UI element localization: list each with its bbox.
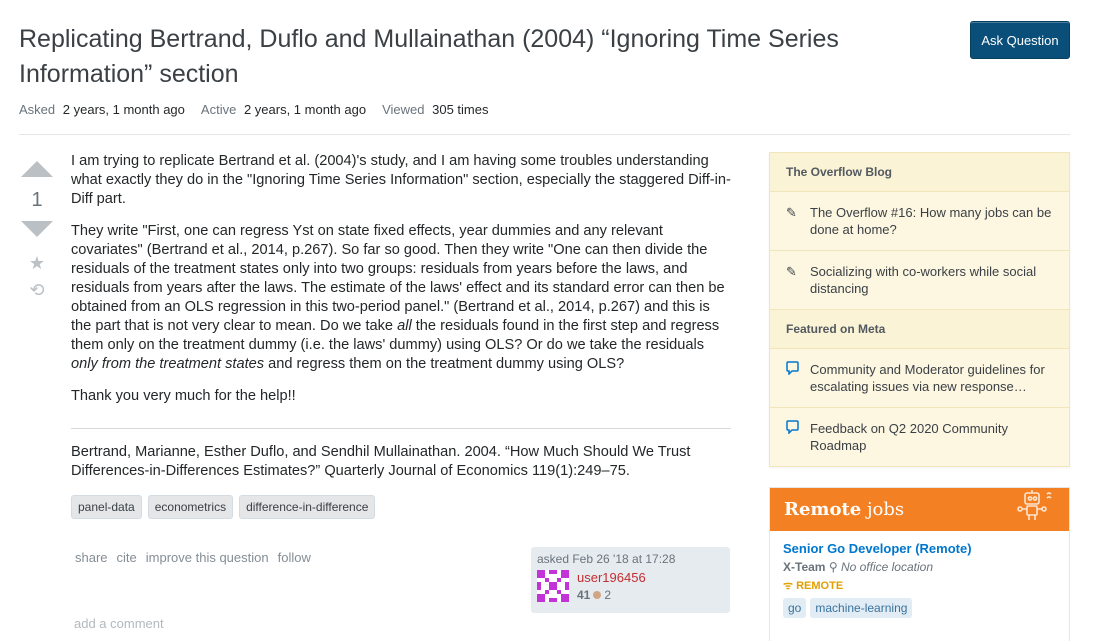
body-emphasis: all [397,318,412,334]
user-details: user196456 41 2 [577,570,646,602]
remote-jobs-widget: Remote jobs Senior Go Developer (Remote)… [769,487,1070,641]
blog-item[interactable]: ✎ The Overflow #16: How many jobs can be… [770,192,1069,251]
job-listing: Senior Go Developer (Remote) X-Team ⚲ No… [770,531,1069,628]
upvote-icon[interactable] [21,161,53,177]
meta-item[interactable]: Feedback on Q2 2020 Community Roadmap [770,408,1069,466]
downvote-icon[interactable] [21,221,53,237]
improve-question-link[interactable]: improve this question [146,550,269,565]
job-company: X-Team [783,560,826,574]
jobs-title-bold: Remote [784,499,862,520]
viewed-value: 305 times [432,102,489,117]
pencil-icon: ✎ [786,205,797,220]
job-tag-machine-learning[interactable]: machine-learning [810,598,913,618]
owner-card: asked Feb 26 '18 at 17:28 user196456 41 … [531,547,730,613]
bronze-badge-icon [593,591,602,599]
share-link[interactable]: share [75,550,108,565]
body-emphasis: only from the treatment states [71,356,265,372]
job-tags: go machine-learning [783,598,1056,618]
tag-difference-in-difference[interactable]: difference-in-difference [239,495,376,519]
meta-item-label: Feedback on Q2 2020 Community Roadmap [810,421,1008,453]
post-menu: share cite improve this question follow [75,550,311,565]
meta-item[interactable]: Community and Moderator guidelines for e… [770,349,1069,408]
remote-label: ᯤ REMOTE [783,578,1056,593]
header-divider [19,134,1070,135]
asked-meta: Asked 2 years, 1 month ago [19,102,185,117]
viewed-meta: Viewed 305 times [382,102,488,117]
history-icon[interactable]: ⟲ [19,280,55,301]
job-company-row: X-Team ⚲ No office location [783,560,1056,574]
cite-link[interactable]: cite [117,550,137,565]
robot-icon [1011,489,1055,530]
vote-cell: 1 ★ ⟲ [19,158,55,301]
jobs-title: Remote jobs [784,499,904,520]
vote-count: 1 [31,189,43,211]
job-tag-go[interactable]: go [783,598,807,618]
question-body: I am trying to replicate Bertrand et al.… [71,152,731,494]
speech-bubble-icon [786,420,802,454]
body-text: and regress them on the treatment dummy … [264,356,625,372]
job-title[interactable]: Senior Go Developer (Remote) [783,541,1056,556]
body-paragraph: I am trying to replicate Bertrand et al.… [71,153,731,207]
user-row: user196456 41 2 [537,570,724,602]
jobs-title-rest: jobs [861,499,905,520]
add-comment-link[interactable]: add a comment [74,616,164,631]
speech-bubble-icon [786,361,802,395]
bronze-badge-count: 2 [604,588,612,602]
user-reputation: 41 2 [577,588,646,602]
body-paragraph: They write "First, one can regress Yst o… [71,222,731,374]
user-name[interactable]: user196456 [577,570,646,585]
identicon-icon [537,570,569,602]
active-value[interactable]: 2 years, 1 month ago [244,102,366,117]
sidebar-widget: The Overflow Blog ✎ The Overflow #16: Ho… [769,152,1070,467]
active-meta: Active 2 years, 1 month ago [201,102,366,117]
tag-econometrics[interactable]: econometrics [147,495,234,519]
question-tags: panel-data econometrics difference-in-di… [71,495,376,519]
pencil-icon: ✎ [786,264,797,279]
blog-header: The Overflow Blog [770,153,1069,192]
body-paragraph: Thank you very much for the help!! [71,388,296,404]
location-pin-icon: ⚲ [828,560,841,574]
reputation-score: 41 [577,588,591,602]
asked-timestamp[interactable]: asked Feb 26 '18 at 17:28 [537,552,724,566]
blog-item-label: The Overflow #16: How many jobs can be d… [810,205,1052,237]
follow-link[interactable]: follow [278,550,311,565]
meta-item-label: Community and Moderator guidelines for e… [810,362,1045,394]
question-title[interactable]: Replicating Bertrand, Duflo and Mullaina… [19,22,939,92]
asked-label: Asked [19,102,56,117]
reference-paragraph: Bertrand, Marianne, Esther Duflo, and Se… [71,444,691,479]
bookmark-star-icon[interactable]: ★ [19,253,55,274]
asked-value: 2 years, 1 month ago [62,102,185,117]
tag-panel-data[interactable]: panel-data [71,495,142,519]
body-divider [71,428,731,429]
viewed-label: Viewed [382,102,425,117]
remote-text: REMOTE [796,580,844,592]
avatar[interactable] [537,570,569,602]
ask-question-button[interactable]: Ask Question [970,21,1070,59]
active-label: Active [200,102,237,117]
question-meta: Asked 2 years, 1 month ago Active 2 year… [19,102,488,117]
blog-item[interactable]: ✎ Socializing with co-workers while soci… [770,251,1069,310]
wifi-icon: ᯤ [783,580,797,592]
meta-header: Featured on Meta [770,310,1069,349]
jobs-header[interactable]: Remote jobs [770,488,1069,531]
blog-item-label: Socializing with co-workers while social… [810,264,1037,296]
job-location: No office location [840,560,933,574]
